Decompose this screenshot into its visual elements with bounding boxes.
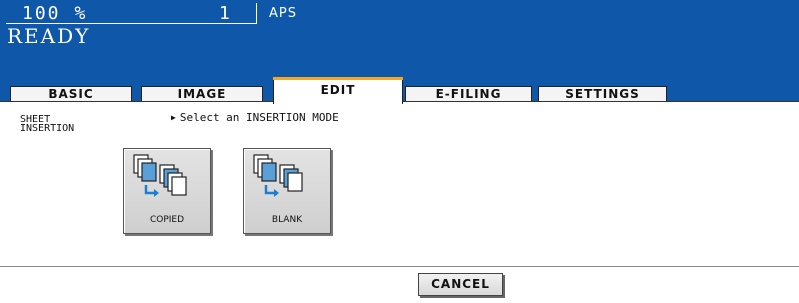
paper-size-indicator: APS <box>269 6 297 21</box>
tab-e-filing[interactable]: E-FILING <box>405 86 532 102</box>
instruction-text: Select an INSERTION MODE <box>179 111 339 124</box>
pointer-triangle-icon: ▶ <box>171 113 176 122</box>
function-title-line2: INSERTION <box>20 123 75 134</box>
tab-settings[interactable]: SETTINGS <box>538 86 667 102</box>
blank-mode-button[interactable]: BLANK <box>243 148 331 234</box>
blank-mode-label: BLANK <box>271 215 303 225</box>
zoom-unit: % <box>74 3 88 24</box>
status-header: 100% 1 APS READY <box>0 0 799 79</box>
edit-panel: SHEET INSERTION ▶ Select an INSERTION MOD… <box>0 101 799 303</box>
copied-mode-label: COPIED <box>149 215 185 225</box>
status-line: 100% 1 <box>14 2 264 24</box>
machine-status: READY <box>7 24 91 48</box>
function-title: SHEET INSERTION <box>20 115 130 134</box>
tab-basic[interactable]: BASIC <box>10 86 132 102</box>
tab-edit[interactable]: EDIT <box>273 77 403 104</box>
copied-mode-button[interactable]: COPIED <box>123 148 211 234</box>
tab-image[interactable]: IMAGE <box>141 86 263 102</box>
copied-sheet-insertion-icon <box>133 154 187 197</box>
zoom-display: 100% <box>22 3 87 24</box>
blank-sheet-insertion-icon <box>253 154 303 197</box>
instruction-prompt: ▶ Select an INSERTION MODE <box>171 111 339 124</box>
bottom-divider <box>0 266 799 267</box>
zoom-value: 100 <box>22 3 61 24</box>
copies-count: 1 <box>219 3 230 24</box>
cancel-button[interactable]: CANCEL <box>418 273 503 296</box>
